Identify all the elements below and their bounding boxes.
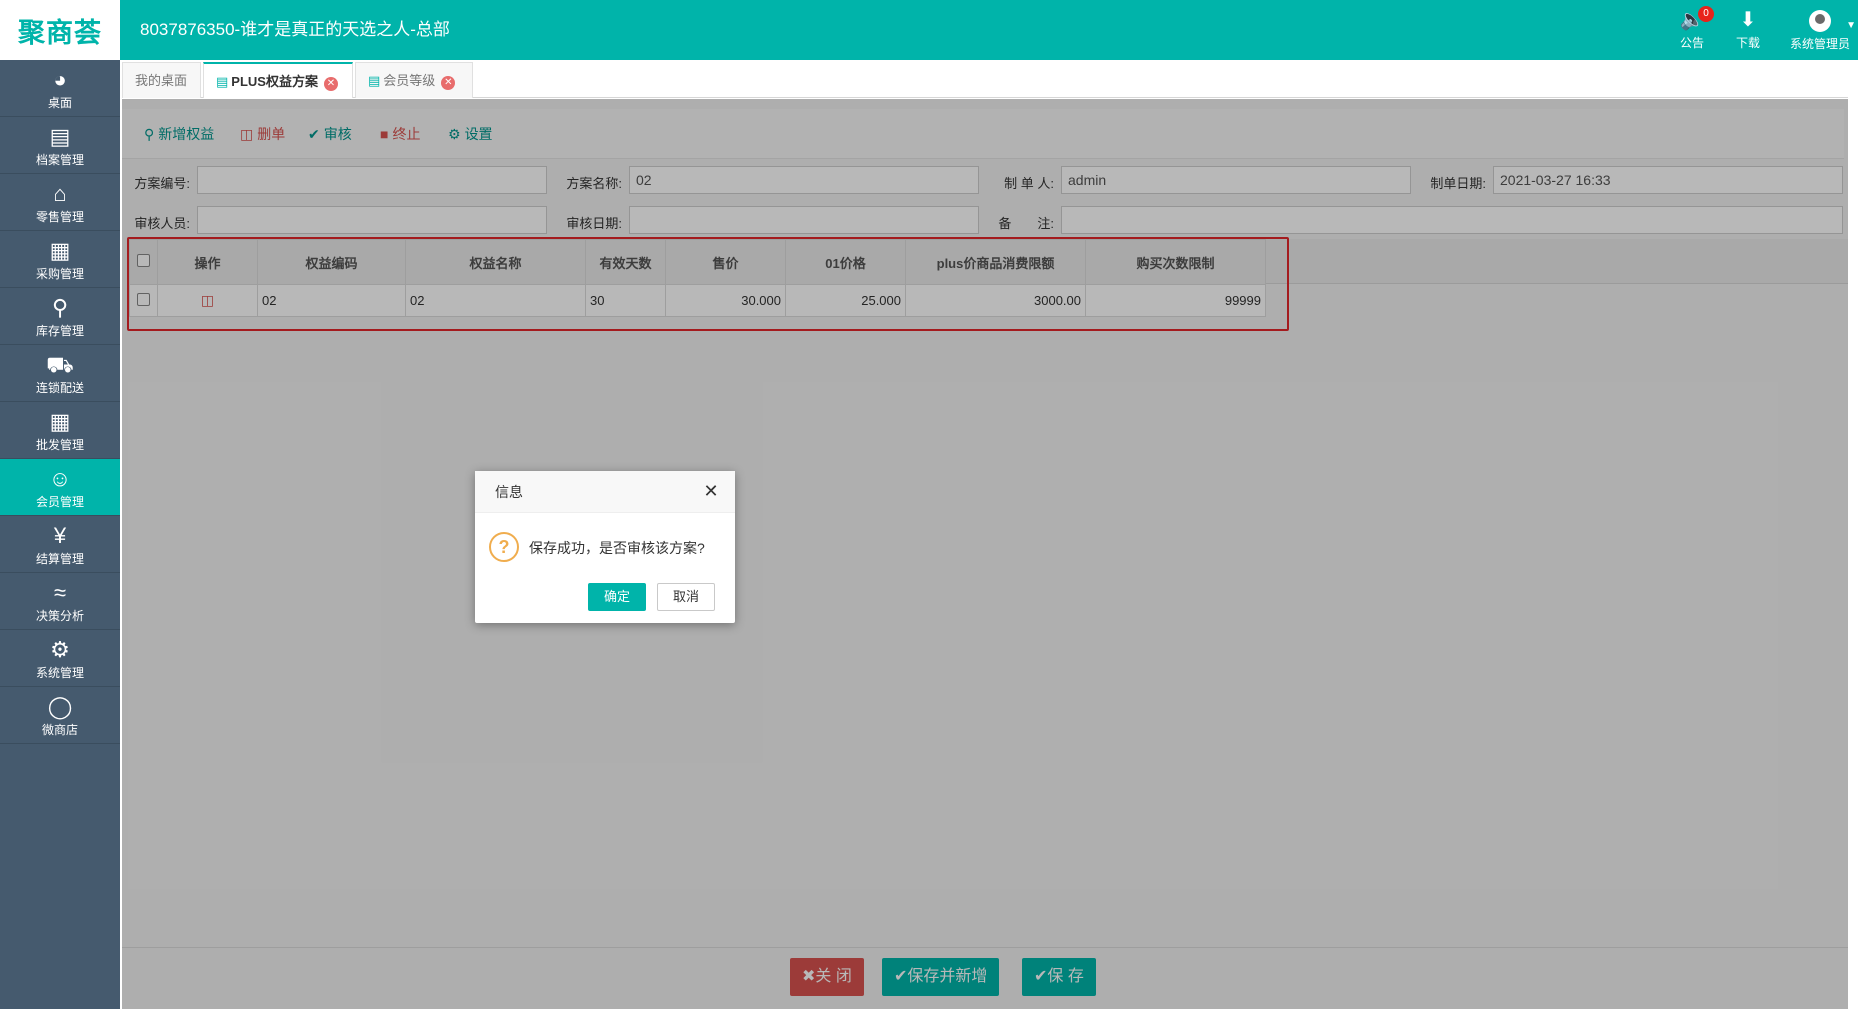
- sidebar-item-wholesale[interactable]: ▦ 批发管理: [0, 402, 120, 459]
- modal-overlay[interactable]: [122, 99, 1848, 1009]
- sidebar-item-label: 桌面: [47, 96, 72, 110]
- sidebar-item-member[interactable]: ☺ 会员管理: [0, 459, 120, 516]
- sidebar-item-label: 批发管理: [35, 438, 84, 452]
- tab-my-desktop[interactable]: 我的桌面: [122, 62, 201, 98]
- tab-label: 会员等级: [383, 73, 436, 88]
- logo-text: 聚商荟: [18, 17, 102, 49]
- sidebar-item-label: 系统管理: [35, 666, 84, 680]
- sidebar-item-settlement[interactable]: ¥ 结算管理: [0, 516, 120, 573]
- tab-label: 我的桌面: [135, 73, 188, 88]
- document-icon: ▤: [216, 74, 229, 89]
- notice-badge: 0: [1698, 6, 1714, 22]
- sidebar-item-retail[interactable]: ⌂ 零售管理: [0, 174, 120, 231]
- sidebar-item-purchase[interactable]: ▦ 采购管理: [0, 231, 120, 288]
- chevron-down-icon: ▼: [1846, 20, 1856, 31]
- download-label: 下载: [1735, 36, 1760, 50]
- tab-label: PLUS权益方案: [231, 74, 318, 89]
- chart-icon: ≈: [53, 580, 67, 605]
- sidebar-item-label: 会员管理: [35, 495, 84, 509]
- notice-label: 公告: [1679, 36, 1704, 50]
- document-icon: ▤: [368, 73, 381, 88]
- tab-bar: 我的桌面 ▤ PLUS权益方案 ✕ ▤ 会员等级 ✕: [122, 62, 1848, 98]
- dashboard-icon: ◕: [53, 67, 67, 92]
- settlement-icon: ¥: [53, 523, 67, 548]
- sidebar-item-label: 零售管理: [35, 210, 84, 224]
- archive-icon: ▤: [49, 124, 71, 149]
- logo: 聚商荟: [0, 0, 120, 60]
- sidebar: ◕ 桌面 ▤ 档案管理 ⌂ 零售管理 ▦ 采购管理 ⚲ 库存管理 ⛟ 连锁配送 …: [0, 60, 120, 1009]
- sidebar-item-inventory[interactable]: ⚲ 库存管理: [0, 288, 120, 345]
- close-icon[interactable]: ✕: [323, 77, 338, 91]
- download-button[interactable]: ⬇ 下载: [1718, 6, 1778, 54]
- gear-icon: ⚙: [50, 637, 70, 662]
- avatar: [1809, 10, 1831, 32]
- download-icon: ⬇: [1739, 9, 1757, 31]
- sidebar-item-label: 决策分析: [35, 609, 84, 623]
- sidebar-item-desktop[interactable]: ◕ 桌面: [0, 60, 120, 117]
- cart-icon: ▦: [49, 238, 71, 263]
- sidebar-item-label: 微商店: [41, 723, 78, 737]
- shop-bag-icon: ◯: [47, 694, 73, 719]
- tab-plus-plan[interactable]: ▤ PLUS权益方案 ✕: [203, 62, 353, 98]
- notice-button[interactable]: 🔈 公告 0: [1662, 6, 1722, 54]
- confirm-button[interactable]: 确定: [588, 583, 646, 611]
- inventory-icon: ⚲: [51, 295, 69, 320]
- sidebar-item-label: 连锁配送: [35, 381, 84, 395]
- app-title: 8037876350-谁才是真正的天选之人-总部: [140, 20, 450, 39]
- dialog-title: 信息: [475, 471, 735, 513]
- info-dialog: 信息 ✕ ? 保存成功，是否审核该方案? 确定 取消: [475, 471, 735, 623]
- close-icon[interactable]: ✕: [441, 76, 456, 90]
- sidebar-item-label: 库存管理: [35, 324, 84, 338]
- wholesale-icon: ▦: [49, 409, 71, 434]
- member-icon: ☺: [48, 466, 72, 491]
- cancel-button[interactable]: 取消: [657, 583, 715, 611]
- truck-icon: ⛟: [46, 352, 74, 377]
- sidebar-item-label: 结算管理: [35, 552, 84, 566]
- close-icon[interactable]: ✕: [701, 481, 721, 502]
- tab-member-level[interactable]: ▤ 会员等级 ✕: [355, 62, 473, 98]
- store-icon: ⌂: [53, 181, 67, 206]
- dialog-message: 保存成功，是否审核该方案?: [529, 540, 705, 556]
- sidebar-item-system[interactable]: ⚙ 系统管理: [0, 630, 120, 687]
- sidebar-item-distribution[interactable]: ⛟ 连锁配送: [0, 345, 120, 402]
- sidebar-item-analysis[interactable]: ≈ 决策分析: [0, 573, 120, 630]
- sidebar-item-label: 档案管理: [35, 153, 84, 167]
- sidebar-item-archive[interactable]: ▤ 档案管理: [0, 117, 120, 174]
- user-label: 系统管理员: [1789, 37, 1850, 51]
- sidebar-item-microshop[interactable]: ◯ 微商店: [0, 687, 120, 744]
- question-icon: ?: [489, 532, 519, 562]
- sidebar-item-label: 采购管理: [35, 267, 84, 281]
- user-menu[interactable]: ▼ 系统管理员: [1786, 6, 1856, 54]
- top-header: 聚商荟 8037876350-谁才是真正的天选之人-总部 🔈 公告 0 ⬇ 下载…: [0, 0, 1858, 60]
